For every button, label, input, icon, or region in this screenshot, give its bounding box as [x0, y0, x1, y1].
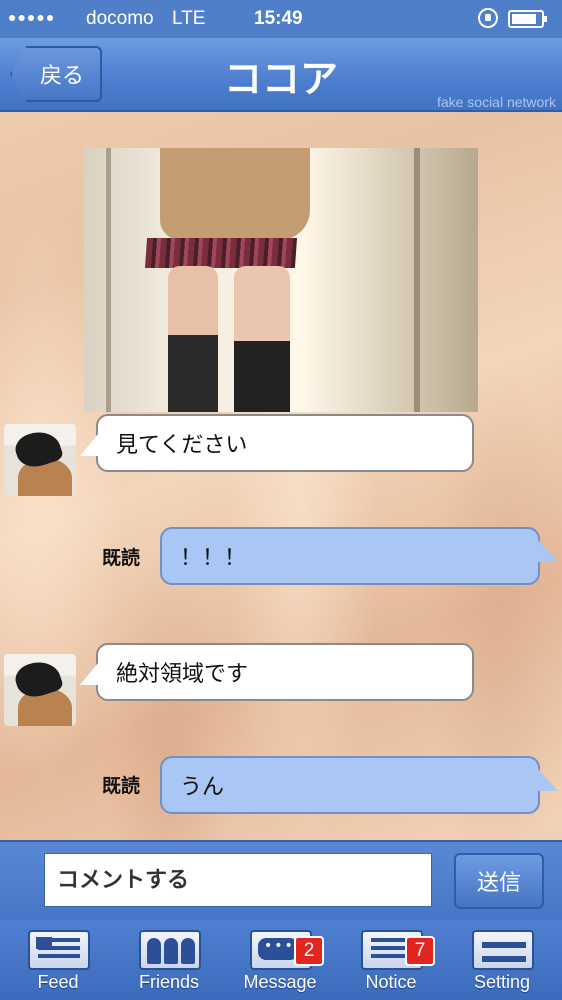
notice-badge: 7	[405, 936, 435, 966]
message-bubble-incoming: 見てください	[96, 414, 474, 472]
tab-label: Friends	[138, 972, 200, 992]
feed-icon	[28, 930, 90, 970]
settings-icon-screwdriver	[482, 956, 526, 962]
friends-icon	[139, 930, 201, 970]
tab-friends[interactable]: Friends	[115, 920, 223, 1000]
message-text: うん	[180, 775, 225, 800]
signal-strength-icon: ●●●●●	[8, 9, 56, 25]
tab-message[interactable]: 2 Message	[226, 920, 334, 1000]
read-receipt: 既読	[102, 547, 141, 569]
comment-input[interactable]	[44, 853, 432, 907]
send-button[interactable]: 送信	[454, 853, 544, 909]
settings-icon	[472, 930, 534, 970]
tab-setting[interactable]: Setting	[448, 920, 556, 1000]
app-subtitle: fake social network	[436, 94, 556, 110]
tab-label: Message	[243, 972, 317, 992]
message-icon-bubble	[258, 938, 298, 960]
friends-icon-person	[147, 938, 161, 964]
tab-bar: Feed Friends 2 Message 7 Notice Setting	[0, 920, 562, 1000]
photo-detail	[414, 148, 420, 412]
read-receipt: 既読	[102, 775, 141, 797]
friends-icon-person	[181, 938, 195, 964]
tab-notice[interactable]: 7 Notice	[337, 920, 445, 1000]
message-text: 見てください	[116, 433, 248, 458]
network-type: LTE	[172, 8, 206, 29]
message-bubble-outgoing: うん	[160, 756, 540, 814]
battery-icon	[508, 10, 547, 28]
status-bar: ●●●●● docomo LTE 15:49	[0, 0, 562, 38]
navigation-bar: 戻る ココア fake social network	[0, 38, 562, 112]
comment-bar: 送信	[0, 840, 562, 920]
photo-detail	[144, 238, 298, 268]
message-bubble-incoming: 絶対領域です	[96, 643, 474, 701]
rotation-lock-icon	[478, 8, 498, 28]
tab-label: Feed	[37, 972, 79, 992]
feed-icon-flag	[36, 937, 52, 949]
photo-detail	[160, 148, 310, 240]
message-text: ！！！	[180, 546, 247, 571]
tab-feed[interactable]: Feed	[4, 920, 112, 1000]
photo-detail	[168, 266, 218, 412]
carrier-name: docomo	[86, 8, 154, 29]
photo-detail	[106, 148, 111, 412]
status-time: 15:49	[254, 8, 303, 29]
back-button[interactable]: 戻る	[10, 46, 102, 102]
message-badge: 2	[294, 936, 324, 966]
tab-label: Notice	[365, 972, 417, 992]
settings-icon-wrench	[482, 942, 526, 948]
photo-detail	[234, 266, 290, 412]
avatar[interactable]	[4, 654, 76, 726]
tab-label: Setting	[473, 972, 531, 992]
page-title: ココア	[223, 57, 338, 101]
message-bubble-outgoing: ！！！	[160, 527, 540, 585]
shared-photo[interactable]	[84, 148, 478, 412]
avatar[interactable]	[4, 424, 76, 496]
message-text: 絶対領域です	[116, 662, 249, 687]
friends-icon-person	[164, 938, 178, 964]
